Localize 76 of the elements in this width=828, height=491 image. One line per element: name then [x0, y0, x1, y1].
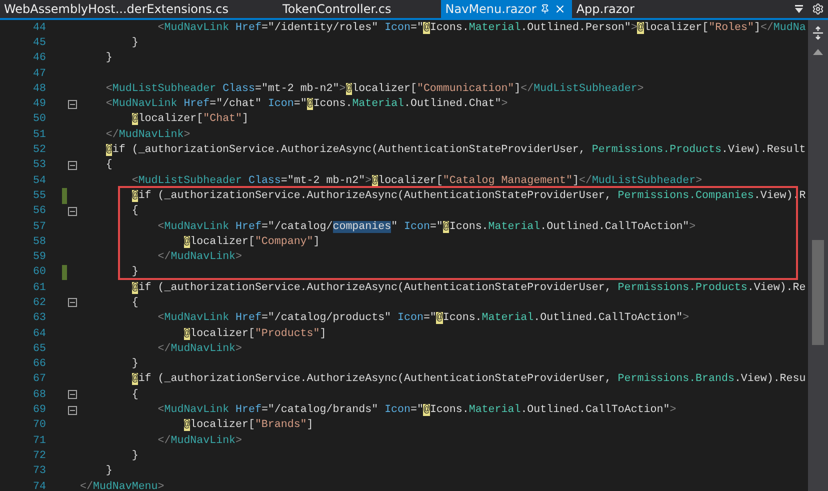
- line-number: 56: [32, 205, 46, 218]
- line-number: 69: [32, 404, 46, 416]
- code-line: <MudListSubheader Class="mt-2 mb-n2">@localizer["Catalog Management"]</MudListSubheader>: [130, 174, 702, 187]
- line-number: 44: [32, 22, 46, 34]
- scroll-up-icon[interactable]: [813, 49, 823, 55]
- line-number: 65: [32, 342, 46, 355]
- code-line: </MudNavLink>: [104, 128, 190, 141]
- line-number: 47: [32, 68, 46, 80]
- collapse-icon[interactable]: [68, 206, 77, 216]
- line-number: 62: [32, 296, 46, 309]
- code-line: <MudNavLink Href="/catalog/products" Icon="@Icons.Material.Outlined.CallToAction">: [156, 312, 690, 324]
- line-number: 50: [32, 113, 46, 126]
- line-number: 52: [32, 144, 46, 156]
- pin-icon[interactable]: [540, 4, 550, 14]
- code-line: @localizer["Company"]: [182, 236, 320, 248]
- line-number: 55: [32, 190, 46, 202]
- code-line: </MudNavLink>: [156, 342, 242, 355]
- code-line: @if (_authorizationService.AuthorizeAsync(AuthenticationStateProviderUser, Permissions.Brands.View).Resu: [130, 373, 806, 386]
- collapse-icon[interactable]: [68, 100, 77, 109]
- code-line: }: [130, 358, 138, 370]
- line-number: 58: [32, 236, 46, 248]
- line-number: 53: [32, 159, 46, 172]
- code-line: {: [130, 205, 138, 218]
- scrollbar[interactable]: [808, 20, 828, 491]
- code-line: @localizer["Chat"]: [130, 113, 248, 126]
- code-line: <MudNavLink Href="/catalog/companies" Icon="@Icons.Material.Outlined.CallToAction">: [156, 220, 696, 232]
- split-icon[interactable]: [812, 26, 824, 40]
- line-number: 60: [32, 266, 46, 278]
- line-number: 67: [32, 373, 46, 386]
- code-line: <MudNavLink Href="/catalog/brands" Icon="@Icons.Material.Outlined.CallToAction">: [156, 404, 676, 416]
- code-line: {: [130, 296, 138, 309]
- code-line: {: [130, 388, 138, 401]
- line-number: 45: [32, 36, 46, 49]
- line-number: 66: [32, 358, 46, 370]
- line-number: 73: [32, 465, 46, 478]
- code-line: }: [130, 36, 138, 49]
- collapse-icon[interactable]: [68, 298, 77, 308]
- line-number: 71: [32, 434, 46, 447]
- line-number: 59: [32, 251, 46, 264]
- close-icon[interactable]: [554, 3, 566, 15]
- file-tab[interactable]: App.razor: [572, 0, 640, 18]
- collapse-icon[interactable]: [68, 390, 77, 400]
- code-line: <MudNavLink Href="/identity/roles" Icon="@Icons.Material.Outlined.Person">@localizer["Roles"]</MudNa: [156, 22, 806, 34]
- line-number: 68: [32, 388, 46, 401]
- code-line: <MudNavLink Href="/chat" Icon="@Icons.Material.Outlined.Chat">: [104, 98, 508, 110]
- code-line: }: [130, 266, 138, 278]
- code-line: </MudNavMenu>: [80, 480, 164, 491]
- code-line: {: [104, 159, 112, 172]
- code-line: <MudListSubheader Class="mt-2 mb-n2">@localizer["Communication"]</MudListSubheader>: [104, 82, 644, 95]
- scrollbar-thumb[interactable]: [812, 240, 824, 345]
- line-number: 61: [32, 282, 46, 294]
- line-number: 70: [32, 419, 46, 432]
- line-number: 72: [32, 450, 46, 462]
- code-line: </MudNavLink>: [156, 251, 242, 264]
- file-tab[interactable]: WebAssemblyHost...derExtensions.cs: [0, 0, 235, 18]
- code-line: }: [104, 465, 112, 478]
- collapse-icon[interactable]: [68, 406, 77, 415]
- line-number: 57: [32, 220, 46, 232]
- line-number: 63: [32, 312, 46, 324]
- line-number: 49: [32, 98, 46, 110]
- collapse-icon[interactable]: [68, 160, 77, 170]
- line-number: 51: [32, 128, 46, 141]
- line-number: 54: [32, 174, 46, 187]
- file-tab[interactable]: NavMenu.razor: [441, 0, 572, 18]
- line-number: 74: [32, 480, 46, 491]
- code-line: }: [104, 52, 112, 64]
- code-line: </MudNavLink>: [156, 434, 242, 447]
- code-line: @if (_authorizationService.AuthorizeAsync(AuthenticationStateProviderUser, Permissions.Products.View).Result: [104, 144, 806, 156]
- line-number: 64: [32, 328, 46, 340]
- file-tab[interactable]: TokenController.cs: [278, 0, 398, 18]
- code-line: @localizer["Products"]: [182, 328, 326, 340]
- code-line: @localizer["Brands"]: [182, 419, 314, 432]
- line-number: 48: [32, 82, 46, 95]
- code-line: }: [130, 450, 138, 462]
- code-line: @if (_authorizationService.AuthorizeAsync(AuthenticationStateProviderUser, Permissions.Products.View).Re: [130, 282, 806, 294]
- line-number: 46: [32, 52, 46, 64]
